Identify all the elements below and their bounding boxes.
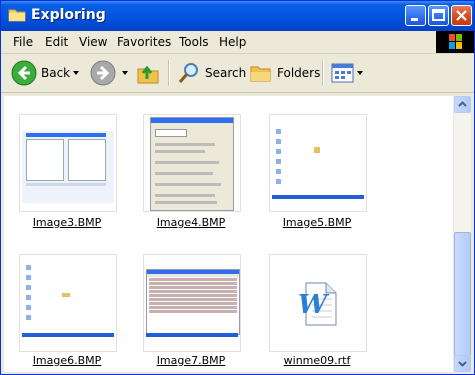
thumbnail-taskbar bbox=[22, 333, 114, 337]
menu-bar: File Edit View Favorites Tools Help bbox=[1, 31, 474, 54]
back-arrow-icon bbox=[11, 60, 37, 86]
maximize-icon bbox=[432, 9, 445, 21]
file-name[interactable]: Image6.BMP bbox=[12, 354, 122, 367]
back-dropdown[interactable] bbox=[73, 58, 79, 88]
forward-button[interactable] bbox=[90, 58, 116, 88]
chevron-up-icon bbox=[458, 101, 467, 107]
folder-icon bbox=[8, 8, 26, 22]
file-name[interactable]: Image7.BMP bbox=[136, 354, 246, 367]
file-name[interactable]: Image5.BMP bbox=[262, 216, 372, 229]
chevron-down-icon bbox=[73, 71, 79, 75]
toolbar-separator bbox=[322, 60, 324, 86]
folders-button[interactable]: Folders bbox=[249, 58, 320, 88]
toolbar-separator bbox=[168, 60, 170, 86]
up-folder-icon bbox=[137, 65, 159, 84]
minimize-icon bbox=[411, 18, 418, 21]
file-thumbnail: W bbox=[269, 254, 367, 352]
chevron-down-icon bbox=[458, 361, 467, 367]
close-icon bbox=[456, 10, 467, 21]
back-button[interactable]: Back bbox=[11, 58, 70, 88]
menu-edit[interactable]: Edit bbox=[45, 35, 68, 49]
chevron-down-icon bbox=[122, 71, 128, 75]
views-button[interactable] bbox=[331, 58, 355, 88]
minimize-button[interactable] bbox=[405, 5, 426, 26]
thumbnail-image bbox=[150, 117, 234, 211]
up-folder-button[interactable] bbox=[136, 58, 160, 88]
file-view[interactable]: Image3.BMP Image4.BMP Image5.BMP Image6.… bbox=[4, 96, 453, 372]
title-bar[interactable]: Exploring bbox=[1, 1, 474, 31]
file-thumbnail bbox=[143, 114, 241, 212]
scroll-down-button[interactable] bbox=[454, 355, 471, 372]
thumbnail-taskbar bbox=[146, 333, 238, 337]
views-icon bbox=[331, 63, 354, 83]
vertical-scrollbar[interactable] bbox=[453, 96, 471, 372]
file-name[interactable]: winme09.rtf bbox=[262, 354, 372, 367]
search-button[interactable]: Search bbox=[177, 58, 246, 88]
search-label: Search bbox=[205, 66, 247, 80]
file-thumbnail bbox=[19, 114, 117, 212]
chevron-down-icon bbox=[357, 71, 363, 75]
close-button[interactable] bbox=[451, 5, 472, 26]
file-thumbnail bbox=[143, 254, 241, 352]
window-title: Exploring bbox=[31, 7, 106, 23]
thumbnail-taskbar bbox=[272, 195, 364, 199]
standard-toolbar: Back Search Folders bbox=[1, 54, 474, 93]
search-icon bbox=[178, 63, 198, 83]
thumbnail-image bbox=[22, 263, 114, 333]
scroll-up-button[interactable] bbox=[454, 96, 471, 113]
file-name[interactable]: Image4.BMP bbox=[136, 216, 246, 229]
svg-text:W: W bbox=[298, 290, 330, 320]
maximize-button[interactable] bbox=[428, 5, 449, 26]
back-label: Back bbox=[41, 66, 71, 80]
wordpad-document-icon: W bbox=[298, 282, 337, 326]
windows-logo-icon bbox=[436, 31, 474, 53]
forward-arrow-icon bbox=[90, 60, 116, 86]
menu-help[interactable]: Help bbox=[219, 35, 246, 49]
menu-tools[interactable]: Tools bbox=[179, 35, 209, 49]
thumbnail-image bbox=[146, 269, 240, 335]
menu-file[interactable]: File bbox=[13, 35, 33, 49]
thumbnail-image bbox=[22, 131, 114, 203]
folders-icon bbox=[250, 66, 271, 82]
file-thumbnail bbox=[19, 254, 117, 352]
forward-dropdown[interactable] bbox=[122, 58, 128, 88]
explorer-window: Exploring File Edit View Favorites Tools… bbox=[0, 0, 475, 375]
file-thumbnail bbox=[269, 114, 367, 212]
views-dropdown[interactable] bbox=[357, 58, 363, 88]
file-name[interactable]: Image3.BMP bbox=[12, 216, 122, 229]
menu-favorites[interactable]: Favorites bbox=[117, 35, 171, 49]
menu-view[interactable]: View bbox=[79, 35, 107, 49]
scroll-thumb[interactable] bbox=[454, 232, 471, 356]
folders-label: Folders bbox=[277, 66, 321, 80]
thumbnail-image bbox=[272, 127, 364, 195]
